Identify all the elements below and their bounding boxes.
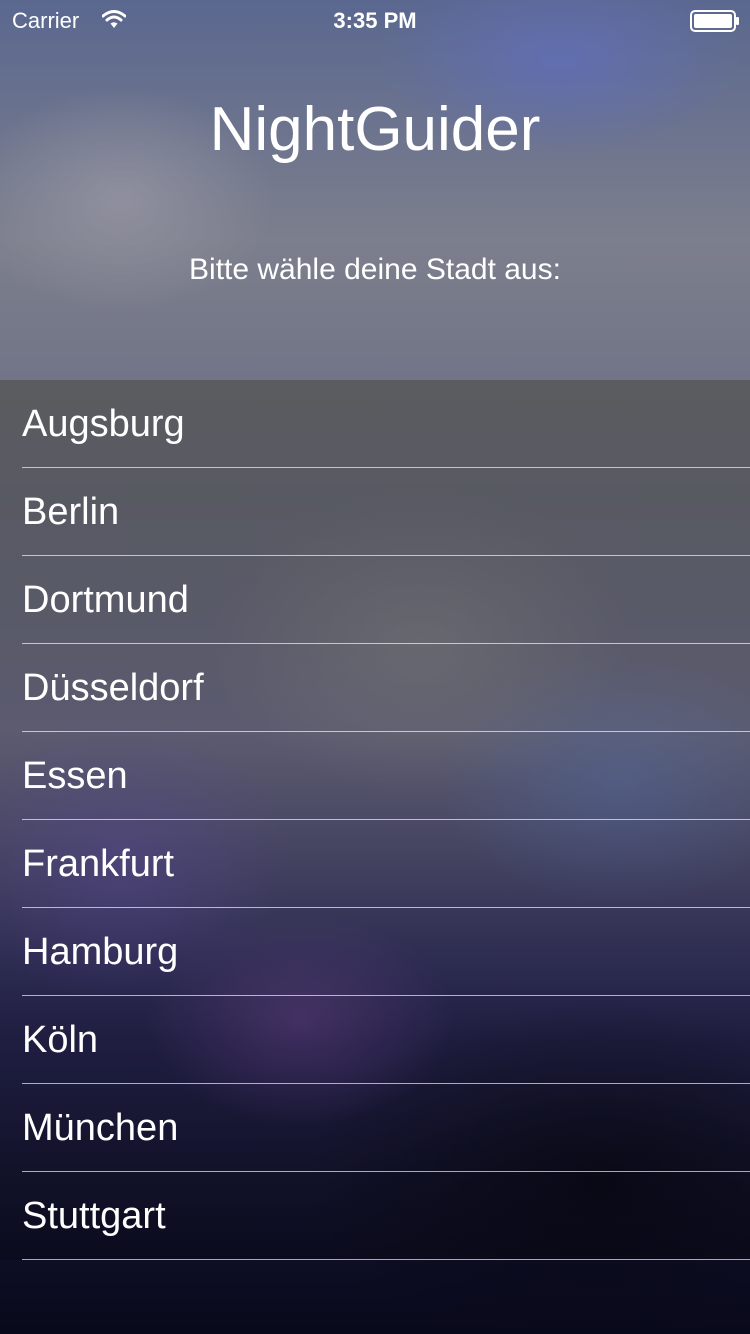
city-label: Frankfurt bbox=[22, 843, 175, 885]
city-item-essen[interactable]: Essen bbox=[0, 732, 750, 820]
city-list: Augsburg Berlin Dortmund Düsseldorf Esse… bbox=[0, 380, 750, 1260]
city-label: Stuttgart bbox=[22, 1195, 166, 1237]
city-label: Augsburg bbox=[22, 403, 185, 445]
header-overlay bbox=[0, 0, 750, 380]
battery-icon bbox=[690, 10, 739, 32]
city-prompt: Bitte wähle deine Stadt aus: bbox=[189, 253, 561, 286]
city-item-duesseldorf[interactable]: Düsseldorf bbox=[0, 644, 750, 732]
city-item-muenchen[interactable]: München bbox=[0, 1084, 750, 1172]
city-label: Berlin bbox=[22, 491, 120, 533]
status-bar: Carrier 3:35 PM bbox=[0, 0, 750, 40]
row-separator bbox=[22, 1259, 750, 1260]
city-label: Hamburg bbox=[22, 931, 179, 973]
city-label: Dortmund bbox=[22, 579, 189, 621]
city-item-hamburg[interactable]: Hamburg bbox=[0, 908, 750, 996]
city-item-koeln[interactable]: Köln bbox=[0, 996, 750, 1084]
city-label: Düsseldorf bbox=[22, 667, 204, 709]
city-item-berlin[interactable]: Berlin bbox=[0, 468, 750, 556]
city-label: München bbox=[22, 1107, 179, 1149]
app-title: NightGuider bbox=[209, 95, 541, 164]
city-item-dortmund[interactable]: Dortmund bbox=[0, 556, 750, 644]
city-item-stuttgart[interactable]: Stuttgart bbox=[0, 1172, 750, 1260]
city-label: Essen bbox=[22, 755, 128, 797]
city-label: Köln bbox=[22, 1019, 99, 1061]
city-item-frankfurt[interactable]: Frankfurt bbox=[0, 820, 750, 908]
city-item-augsburg[interactable]: Augsburg bbox=[0, 380, 750, 468]
status-time: 3:35 PM bbox=[333, 8, 417, 33]
